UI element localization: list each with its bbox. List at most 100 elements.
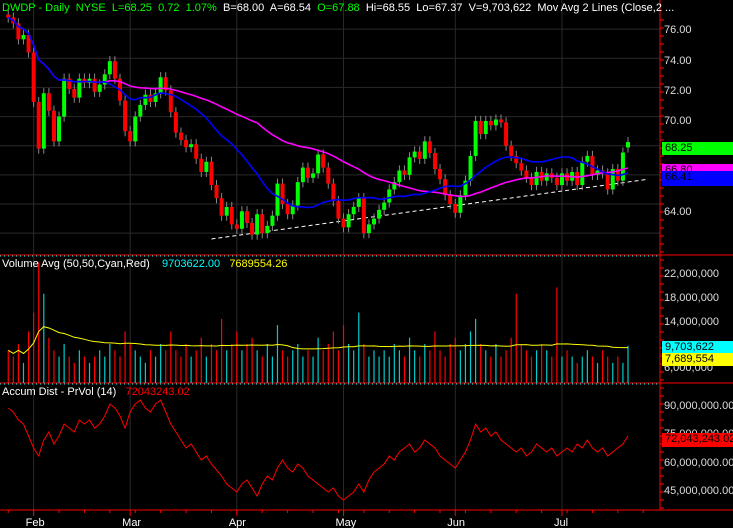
ad-tick: 90,000,000.00 — [664, 400, 733, 412]
candle-body — [372, 218, 376, 225]
candle-body — [432, 153, 437, 170]
candle-body — [305, 167, 310, 178]
candle-body — [97, 84, 102, 92]
candle-body — [300, 167, 305, 183]
candle-body — [194, 144, 199, 159]
price-tick: 64.00 — [664, 206, 692, 218]
candle-body — [285, 204, 290, 215]
candle-body — [295, 182, 300, 206]
candle-body — [138, 104, 143, 117]
candle-body — [234, 224, 239, 229]
candle-body — [239, 211, 244, 229]
candle-body — [382, 202, 387, 210]
ma-short-badge: 66.41 — [662, 171, 733, 186]
candle-body — [158, 77, 163, 94]
price-tick: 70.00 — [664, 115, 692, 127]
candle-body — [245, 211, 249, 223]
candle-body — [123, 100, 128, 132]
candle-body — [448, 195, 453, 204]
candle-body — [92, 78, 97, 92]
candle-body — [626, 142, 630, 148]
candle-body — [397, 170, 402, 183]
ad-line — [7, 399, 629, 501]
candle-body — [361, 198, 366, 234]
candle-body — [219, 198, 224, 216]
candle-body — [509, 145, 514, 156]
candle-body — [402, 170, 407, 175]
candle-body — [6, 14, 11, 18]
candle-body — [275, 183, 280, 216]
bid: B=68.00 — [222, 2, 265, 14]
candle-body — [575, 171, 580, 186]
candle-body — [331, 183, 336, 202]
candle-body — [173, 112, 178, 133]
candle-body — [229, 206, 234, 225]
candle-body — [57, 116, 62, 142]
last-price: L=68.25 — [111, 2, 152, 14]
candle-body — [41, 93, 46, 149]
candle-body — [356, 198, 361, 207]
candle-body — [46, 93, 51, 111]
price-tick: 76.00 — [664, 24, 692, 36]
candle-body — [377, 209, 382, 219]
candle-body — [544, 173, 549, 181]
candle-body — [534, 171, 539, 186]
low: Lo=67.37 — [416, 2, 463, 14]
volume-header: Volume Avg (50,50,Cyan,Red) 9703622.00 7… — [2, 258, 287, 270]
change-pct: 1.07% — [185, 2, 217, 14]
candle-body — [554, 177, 559, 186]
candle-body — [438, 169, 443, 180]
candle-body — [412, 151, 417, 158]
candle-body — [483, 120, 488, 135]
month-label: Feb — [26, 517, 45, 528]
candle-body — [387, 189, 392, 203]
candle-body — [311, 173, 316, 178]
change: 0.72 — [158, 2, 180, 14]
candle-body — [321, 154, 326, 168]
candle-body — [559, 173, 564, 186]
candle-body — [199, 158, 204, 172]
ad-badge: 72,043,243.02 — [662, 433, 733, 447]
volume: V=9,703,622 — [468, 2, 532, 14]
candle-body — [499, 119, 503, 123]
open: O=67.88 — [317, 2, 360, 14]
candle-body — [51, 110, 56, 142]
candle-body — [72, 88, 77, 98]
volume-avg-value: 7689554.26 — [229, 258, 288, 270]
candle-body — [133, 116, 138, 142]
candle-body — [250, 222, 255, 235]
candle-body — [341, 218, 346, 228]
candle-body — [422, 141, 427, 159]
volume-tick: 18,000,000 — [664, 292, 720, 304]
candle-body — [36, 102, 41, 149]
candle-body — [224, 206, 229, 216]
candle-body — [128, 131, 133, 142]
candle-body — [478, 120, 483, 135]
candle-body — [21, 34, 26, 40]
price-header: DWDP - Daily NYSE L=68.25 0.72 1.07% B=6… — [2, 2, 674, 14]
candle-body — [265, 225, 270, 234]
candle-body — [468, 155, 473, 181]
candle-body — [620, 152, 625, 181]
candle-body — [493, 119, 498, 126]
price-tick: 72.00 — [664, 85, 692, 97]
ask: A=68.54 — [269, 2, 312, 14]
candle-body — [184, 139, 189, 148]
candle-body — [524, 170, 529, 178]
ad-value: 72043243.02 — [125, 386, 190, 398]
candle-body — [270, 215, 275, 226]
candle-body — [407, 157, 412, 175]
candle-body — [453, 204, 458, 213]
candle-body — [62, 78, 67, 117]
candle-body — [178, 132, 183, 140]
high: Hi=68.55 — [365, 2, 411, 14]
candle-body — [346, 214, 351, 228]
candle-body — [504, 122, 509, 146]
candle-body — [336, 201, 341, 219]
candle-body — [260, 214, 265, 234]
candle-body — [458, 195, 463, 213]
candle-body — [31, 52, 36, 102]
month-label: Jul — [554, 517, 568, 528]
volume-tick: 22,000,000 — [664, 268, 720, 280]
candle-body — [107, 61, 112, 75]
